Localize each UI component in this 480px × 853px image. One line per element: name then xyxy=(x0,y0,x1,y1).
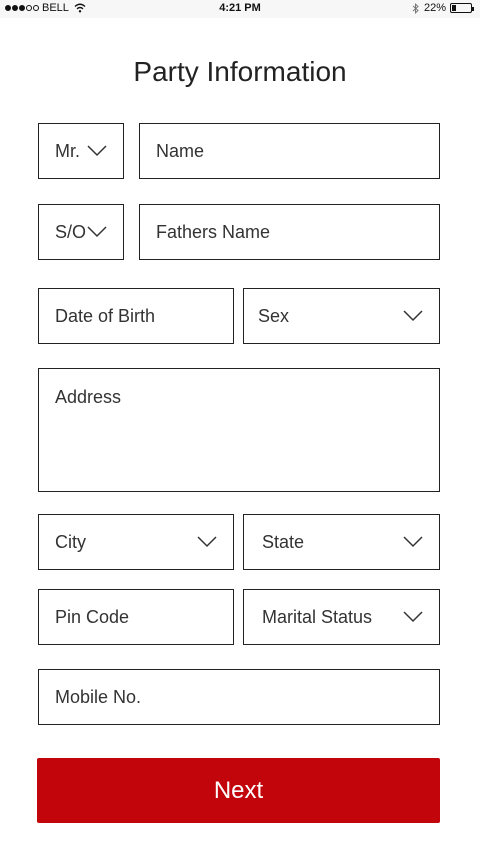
battery-icon xyxy=(450,3,474,13)
chevron-down-icon xyxy=(197,536,217,548)
pin-code-field[interactable]: Pin Code xyxy=(38,589,234,645)
chevron-down-icon xyxy=(87,226,107,238)
chevron-down-icon xyxy=(87,145,107,157)
name-field[interactable]: Name xyxy=(139,123,440,179)
bluetooth-icon xyxy=(412,2,419,14)
fathers-name-field[interactable]: Fathers Name xyxy=(139,204,440,260)
fathers-name-placeholder: Fathers Name xyxy=(156,221,271,242)
city-select[interactable]: City xyxy=(38,514,234,570)
status-time: 4:21 PM xyxy=(219,2,261,14)
relation-select[interactable]: S/O xyxy=(38,204,124,260)
marital-status-select[interactable]: Marital Status xyxy=(243,589,440,645)
mobile-number-field[interactable]: Mobile No. xyxy=(38,669,440,725)
status-right: 22% xyxy=(412,2,474,14)
sex-placeholder: Sex xyxy=(258,305,290,326)
salutation-select[interactable]: Mr. xyxy=(38,123,124,179)
address-textarea[interactable]: Address xyxy=(38,368,440,492)
city-placeholder: City xyxy=(55,531,86,552)
page-title: Party Information xyxy=(133,56,347,87)
sex-select[interactable]: Sex xyxy=(243,288,440,344)
chevron-down-icon xyxy=(403,536,423,548)
marital-placeholder: Marital Status xyxy=(262,606,373,627)
name-placeholder: Name xyxy=(156,140,205,161)
salutation-value: Mr. xyxy=(55,140,80,161)
chevron-down-icon xyxy=(403,310,423,322)
status-bar: BELL 4:21 PM 22% xyxy=(0,0,480,18)
address-placeholder: Address xyxy=(55,387,122,407)
relation-value: S/O xyxy=(55,221,87,242)
pin-placeholder: Pin Code xyxy=(55,606,130,627)
dob-placeholder: Date of Birth xyxy=(55,305,156,326)
next-button[interactable]: Next xyxy=(37,758,440,823)
chevron-down-icon xyxy=(403,611,423,623)
battery-percent: 22% xyxy=(423,2,446,14)
state-placeholder: State xyxy=(262,531,305,552)
state-select[interactable]: State xyxy=(243,514,440,570)
date-of-birth-field[interactable]: Date of Birth xyxy=(38,288,234,344)
mobile-placeholder: Mobile No. xyxy=(55,686,142,707)
